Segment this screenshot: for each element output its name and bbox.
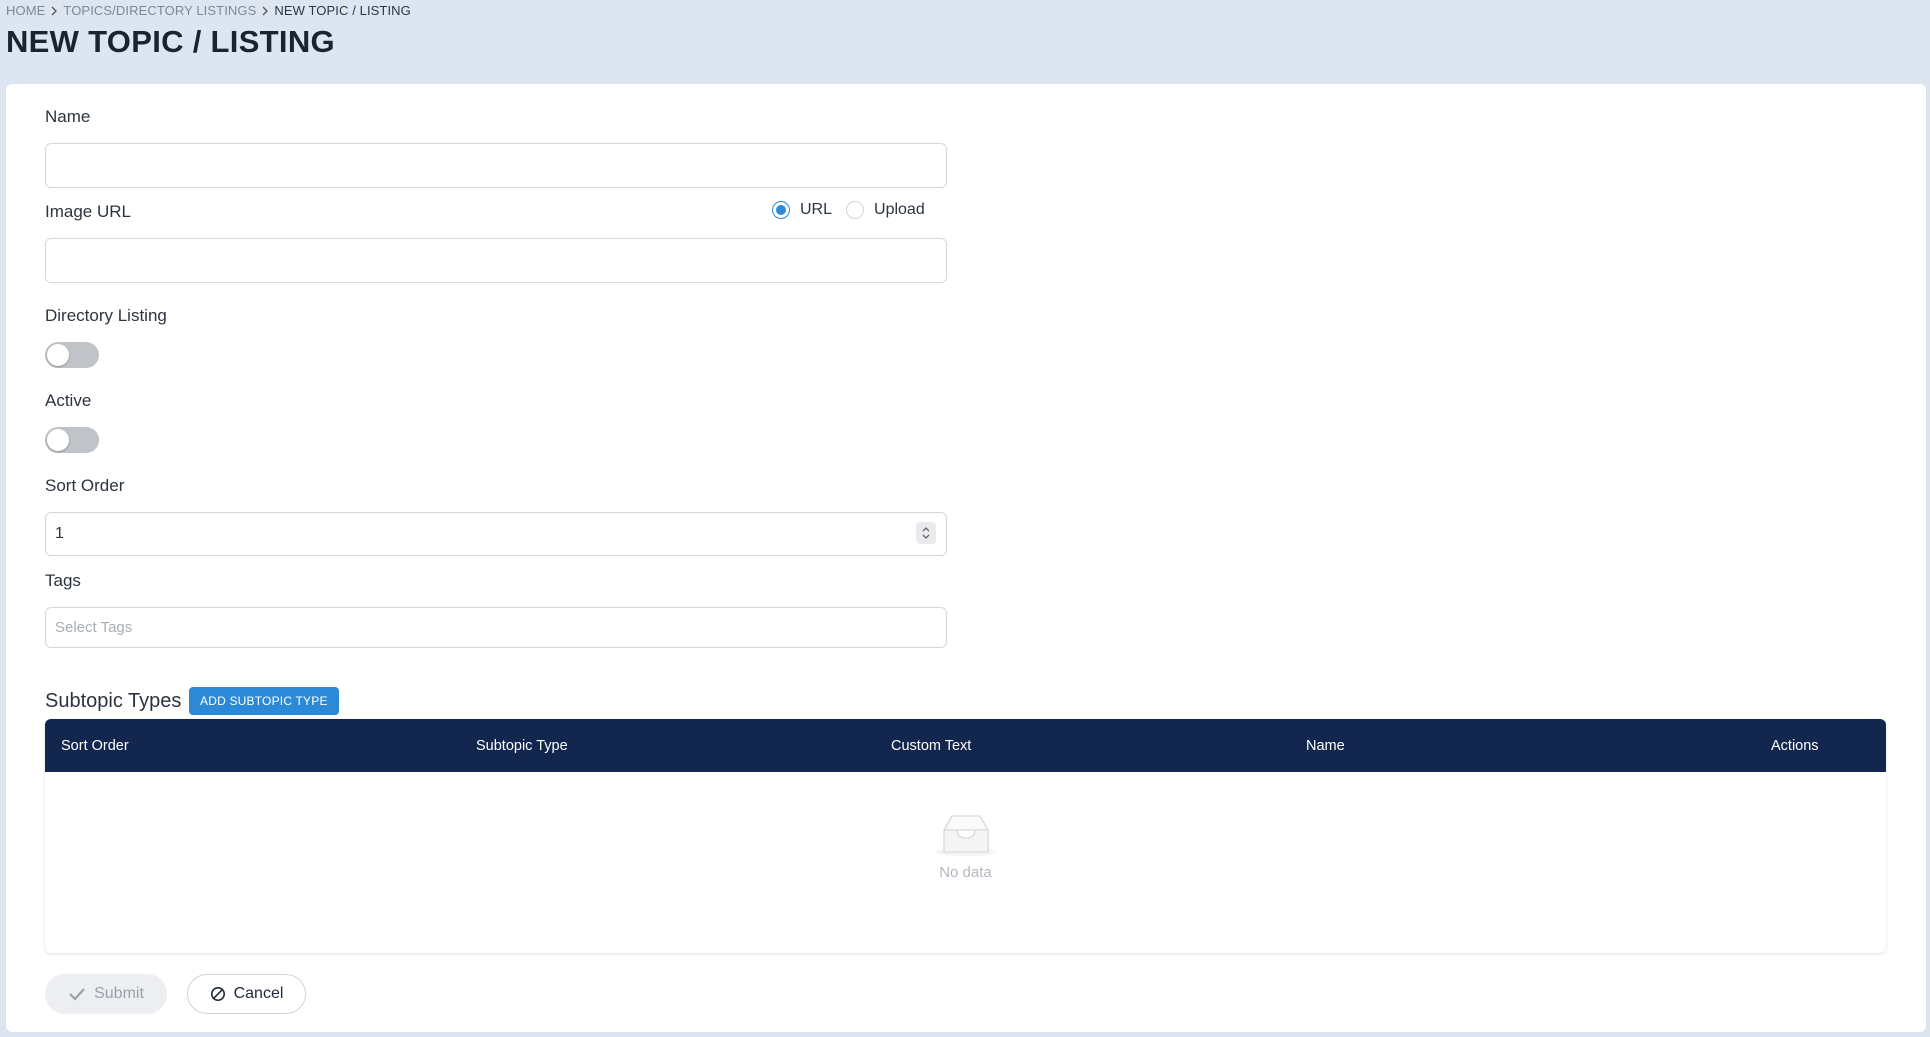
empty-inbox-icon — [935, 815, 996, 856]
image-source-radio-group: URL Upload — [772, 201, 939, 219]
column-subtopic-type: Subtopic Type — [476, 737, 568, 754]
cancel-button[interactable]: Cancel — [187, 974, 306, 1014]
page-title: NEW TOPIC / LISTING — [6, 24, 335, 59]
radio-url-label: URL — [800, 201, 833, 218]
check-icon — [68, 987, 86, 1001]
radio-upload-control[interactable] — [846, 201, 865, 219]
directory-listing-label: Directory Listing — [45, 306, 167, 325]
subtopic-types-title: Subtopic Types — [45, 690, 182, 712]
empty-state-text: No data — [939, 864, 992, 881]
add-subtopic-type-button[interactable]: ADD SUBTOPIC TYPE — [189, 687, 339, 715]
breadcrumb: HOME TOPICS/DIRECTORY LISTINGS NEW TOPIC… — [6, 3, 411, 18]
breadcrumb-home[interactable]: HOME — [6, 3, 45, 18]
tags-label: Tags — [45, 571, 81, 590]
chevron-right-icon — [51, 6, 58, 16]
radio-upload-label: Upload — [874, 201, 925, 218]
number-stepper[interactable] — [916, 522, 936, 544]
table-header: Sort Order Subtopic Type Custom Text Nam… — [45, 719, 1886, 772]
radio-url-control[interactable] — [772, 201, 790, 219]
column-sort-order: Sort Order — [61, 737, 129, 754]
active-toggle[interactable] — [45, 427, 99, 453]
directory-listing-toggle[interactable] — [45, 342, 99, 368]
submit-button[interactable]: Submit — [45, 974, 167, 1014]
cancel-icon — [210, 986, 226, 1002]
sort-order-label: Sort Order — [45, 476, 125, 495]
cancel-label: Cancel — [233, 985, 284, 1002]
empty-state: No data — [45, 814, 1886, 881]
tags-select[interactable] — [45, 607, 947, 648]
image-url-label: Image URL — [45, 202, 131, 221]
name-input[interactable] — [45, 143, 947, 188]
toggle-knob — [47, 344, 69, 366]
name-label: Name — [45, 107, 91, 126]
toggle-knob — [47, 429, 69, 451]
breadcrumb-topics[interactable]: TOPICS/DIRECTORY LISTINGS — [63, 3, 256, 18]
sort-order-input[interactable] — [45, 512, 947, 556]
chevron-right-icon — [262, 6, 269, 16]
submit-label: Submit — [94, 985, 144, 1002]
column-actions: Actions — [1771, 737, 1819, 754]
column-custom-text: Custom Text — [891, 737, 972, 754]
radio-url[interactable]: URL — [772, 201, 832, 219]
radio-upload[interactable]: Upload — [846, 201, 925, 219]
form-card: Name Image URL URL Upload Directory List… — [6, 84, 1926, 1032]
column-name: Name — [1306, 737, 1345, 754]
image-url-input[interactable] — [45, 238, 947, 283]
breadcrumb-current: NEW TOPIC / LISTING — [274, 3, 411, 18]
active-label: Active — [45, 391, 92, 410]
subtopic-types-table: Sort Order Subtopic Type Custom Text Nam… — [45, 719, 1886, 953]
stepper-arrows-icon — [922, 527, 930, 539]
